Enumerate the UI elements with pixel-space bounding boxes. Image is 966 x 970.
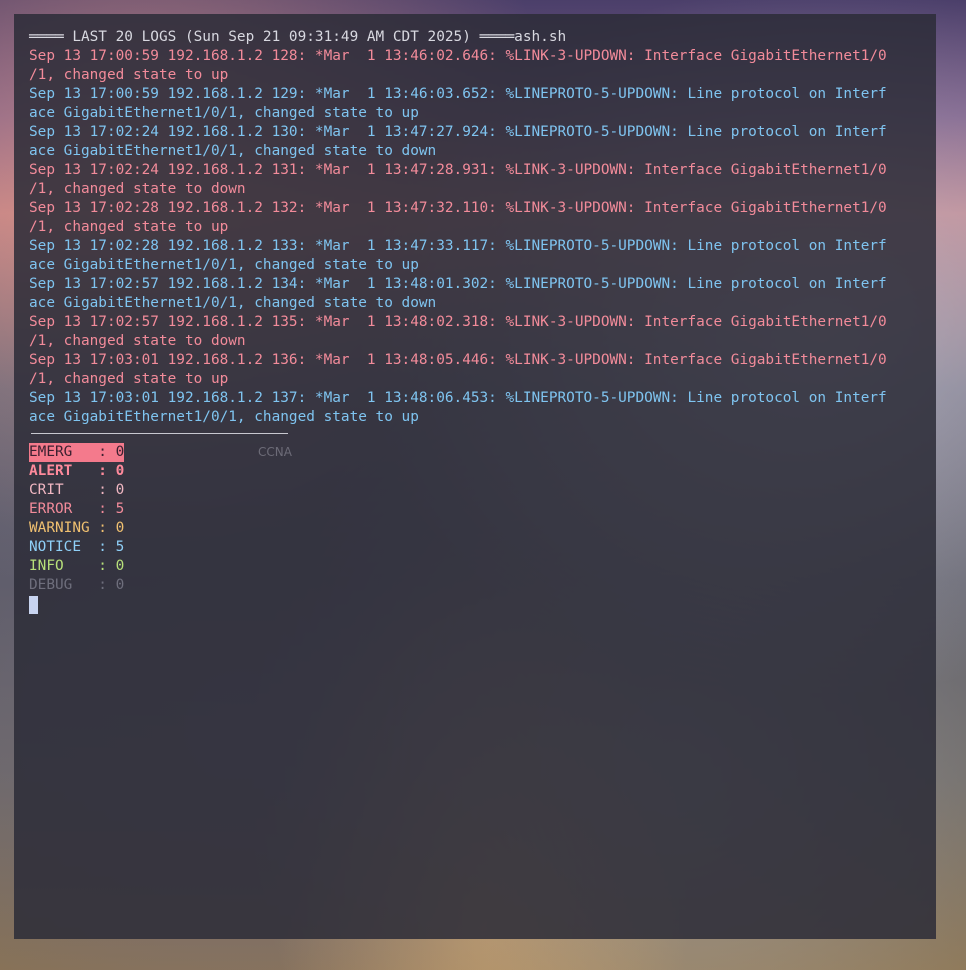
- log-line-continuation: /1, changed state to down: [29, 333, 246, 349]
- log-line-continuation: /1, changed state to up: [29, 219, 229, 235]
- log-line-continuation: ace GigabitEthernet1/0/1, changed state …: [29, 143, 437, 159]
- log-line-continuation: /1, changed state to up: [29, 371, 229, 387]
- log-line: Sep 13 17:02:28 192.168.1.2 132: *Mar 1 …: [29, 200, 887, 216]
- summary-divider: [31, 433, 288, 434]
- severity-crit: CRIT : 0: [29, 482, 125, 498]
- severity-info: INFO : 0: [29, 558, 125, 574]
- log-line-continuation: /1, changed state to down: [29, 181, 246, 197]
- terminal-cursor[interactable]: [29, 596, 38, 614]
- terminal-window[interactable]: ════ LAST 20 LOGS (Sun Sep 21 09:31:49 A…: [14, 14, 936, 939]
- log-line: Sep 13 17:02:24 192.168.1.2 131: *Mar 1 …: [29, 162, 887, 178]
- log-line-continuation: ace GigabitEthernet1/0/1, changed state …: [29, 105, 419, 121]
- severity-debug: DEBUG : 0: [29, 577, 125, 593]
- log-line: Sep 13 17:02:24 192.168.1.2 130: *Mar 1 …: [29, 124, 887, 140]
- log-line: Sep 13 17:03:01 192.168.1.2 137: *Mar 1 …: [29, 390, 887, 406]
- log-entry: Sep 13 17:02:24 192.168.1.2 131: *Mar 1 …: [29, 161, 936, 199]
- log-line-continuation: ace GigabitEthernet1/0/1, changed state …: [29, 295, 437, 311]
- log-entry: Sep 13 17:00:59 192.168.1.2 129: *Mar 1 …: [29, 85, 936, 123]
- log-line-continuation: /1, changed state to up: [29, 67, 229, 83]
- log-line-continuation: ace GigabitEthernet1/0/1, changed state …: [29, 409, 419, 425]
- log-line: Sep 13 17:02:28 192.168.1.2 133: *Mar 1 …: [29, 238, 887, 254]
- log-entry: Sep 13 17:02:28 192.168.1.2 132: *Mar 1 …: [29, 199, 936, 237]
- log-line: Sep 13 17:02:57 192.168.1.2 134: *Mar 1 …: [29, 276, 887, 292]
- ccna-watermark: CCNA: [258, 445, 292, 459]
- log-line: Sep 13 17:00:59 192.168.1.2 128: *Mar 1 …: [29, 48, 887, 64]
- log-line: Sep 13 17:02:57 192.168.1.2 135: *Mar 1 …: [29, 314, 887, 330]
- log-entry: Sep 13 17:00:59 192.168.1.2 128: *Mar 1 …: [29, 47, 936, 85]
- log-header: ════ LAST 20 LOGS (Sun Sep 21 09:31:49 A…: [29, 29, 567, 45]
- severity-warning: WARNING : 0: [29, 520, 125, 536]
- severity-error: ERROR : 5: [29, 501, 125, 517]
- log-entry: Sep 13 17:02:57 192.168.1.2 135: *Mar 1 …: [29, 313, 936, 351]
- severity-emerg: EMERG : 0: [29, 443, 125, 462]
- log-entry: Sep 13 17:02:57 192.168.1.2 134: *Mar 1 …: [29, 275, 936, 313]
- severity-notice: NOTICE : 5: [29, 539, 125, 555]
- log-entry: Sep 13 17:02:28 192.168.1.2 133: *Mar 1 …: [29, 237, 936, 275]
- log-list: Sep 13 17:00:59 192.168.1.2 128: *Mar 1 …: [29, 47, 936, 427]
- severity-summary: EMERG : 0 ALERT : 0 CRIT : 0 ERROR : 5 W…: [29, 443, 936, 595]
- log-entry: Sep 13 17:02:24 192.168.1.2 130: *Mar 1 …: [29, 123, 936, 161]
- log-line: Sep 13 17:03:01 192.168.1.2 136: *Mar 1 …: [29, 352, 887, 368]
- log-line-continuation: ace GigabitEthernet1/0/1, changed state …: [29, 257, 419, 273]
- log-entry: Sep 13 17:03:01 192.168.1.2 137: *Mar 1 …: [29, 389, 936, 427]
- log-entry: Sep 13 17:03:01 192.168.1.2 136: *Mar 1 …: [29, 351, 936, 389]
- log-line: Sep 13 17:00:59 192.168.1.2 129: *Mar 1 …: [29, 86, 887, 102]
- severity-alert: ALERT : 0: [29, 463, 125, 479]
